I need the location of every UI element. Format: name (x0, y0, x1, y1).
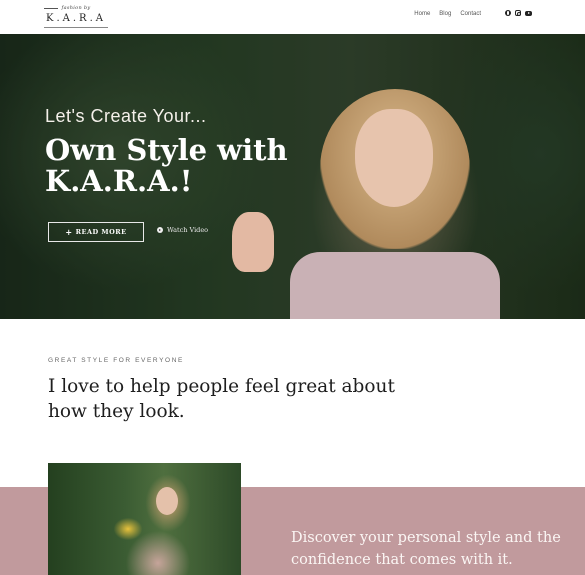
model-photo (48, 463, 241, 575)
intro-heading: I love to help people feel great about h… (48, 376, 395, 422)
play-icon (157, 227, 163, 233)
read-more-button[interactable]: + READ MORE (48, 222, 144, 242)
nav-home[interactable]: Home (414, 11, 430, 17)
band-text: Discover your personal style and the con… (291, 530, 561, 568)
logo-name: K.A.R.A (46, 13, 106, 24)
social-links (505, 10, 532, 16)
logo-rule (44, 27, 108, 28)
main-nav: Home Blog Contact (414, 11, 481, 17)
nav-contact[interactable]: Contact (460, 11, 481, 17)
plus-icon: + (65, 227, 73, 237)
photo-model-face (156, 487, 178, 515)
hero-model-blouse (290, 252, 500, 319)
nav-blog[interactable]: Blog (439, 11, 451, 17)
hero-text: Let's Create Your... Own Style with K.A.… (45, 106, 288, 197)
hero-banner: Let's Create Your... Own Style with K.A.… (0, 34, 585, 319)
instagram-icon[interactable] (515, 10, 521, 16)
logo-tagline: fashion by (44, 5, 108, 11)
hero-title-line-2: K.A.R.A.! (45, 164, 193, 198)
hero-model-face (355, 109, 433, 207)
site-header: fashion by K.A.R.A Home Blog Contact (0, 0, 585, 34)
hero-title: Own Style with K.A.R.A.! (45, 135, 288, 197)
pinterest-icon[interactable] (505, 10, 511, 16)
watch-video-link[interactable]: Watch Video (157, 226, 208, 234)
hero-kicker: Let's Create Your... (45, 106, 207, 126)
hero-model-hand (232, 212, 274, 272)
youtube-icon[interactable] (525, 11, 532, 16)
section-eyebrow: GREAT STYLE FOR EVERYONE (48, 357, 184, 364)
kara-logo[interactable]: fashion by K.A.R.A (44, 5, 108, 28)
hero-title-line-1: Own Style with (45, 133, 288, 167)
watch-video-label: Watch Video (167, 226, 209, 234)
read-more-label: READ MORE (75, 228, 127, 236)
